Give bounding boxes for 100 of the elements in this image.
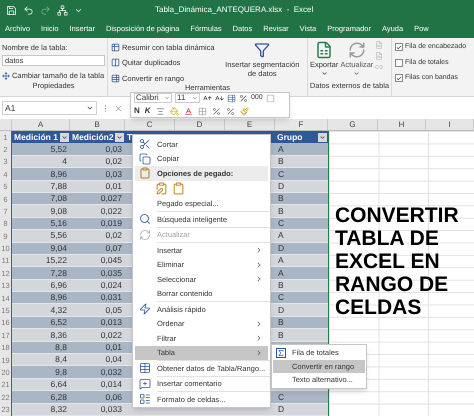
font-dropdown[interactable]: Calibri bbox=[134, 93, 172, 103]
format-painter-icon[interactable] bbox=[240, 106, 249, 116]
paste-values-icon[interactable] bbox=[172, 182, 185, 195]
table-cell: A bbox=[278, 266, 284, 280]
table-cell: 4,32 bbox=[50, 304, 67, 317]
table-cell: 0,024 bbox=[100, 279, 122, 292]
table-cell: 6,52 bbox=[50, 316, 67, 329]
table-cell: 0,05 bbox=[105, 304, 122, 317]
copy-icon bbox=[139, 152, 151, 165]
table-cell: 9,8 bbox=[55, 366, 67, 378]
bold-button[interactable]: N bbox=[134, 105, 140, 118]
table-cell: D bbox=[278, 242, 284, 255]
table-cell: C bbox=[278, 291, 284, 304]
table-cell: 15,22 bbox=[46, 254, 67, 267]
table-cell: D bbox=[278, 180, 284, 193]
table-cell: 0,032 bbox=[100, 366, 122, 378]
table-cell: 0,03 bbox=[105, 168, 122, 180]
column-header[interactable]: H bbox=[378, 119, 426, 130]
table-cell: B bbox=[278, 279, 284, 292]
table-cell: 7,28 bbox=[50, 266, 67, 280]
table-cell: 8,4 bbox=[55, 353, 67, 366]
table-cell: 7,88 bbox=[50, 180, 67, 193]
column-header[interactable]: B bbox=[70, 119, 125, 130]
table-cell: B bbox=[278, 192, 284, 206]
sigma-icon bbox=[276, 348, 286, 358]
caret-icon bbox=[319, 134, 326, 141]
save-icon[interactable] bbox=[6, 4, 17, 16]
caption-line: CONVERTIR bbox=[335, 204, 459, 227]
table-cell: C bbox=[278, 217, 284, 230]
caption-line: RANGO DE bbox=[335, 273, 450, 296]
font-color-icon[interactable] bbox=[184, 106, 193, 116]
resize-icon bbox=[2, 72, 10, 80]
undo-icon[interactable] bbox=[23, 4, 34, 16]
table-cell: 7,08 bbox=[50, 192, 67, 206]
caret-icon bbox=[320, 70, 328, 78]
table-cell: 0,06 bbox=[105, 390, 122, 404]
table-cell: 8,36 bbox=[50, 328, 67, 342]
column-header[interactable]: F bbox=[275, 119, 328, 130]
window-title: Tabla_Dinámica_ANTEQUERA.xlsx - Excel bbox=[155, 4, 314, 16]
table-cell: 0,02 bbox=[105, 229, 122, 242]
caption-line: TABLA DE bbox=[335, 227, 440, 250]
table-cell: 0,01 bbox=[105, 340, 122, 354]
caption-line: CELDAS bbox=[335, 296, 422, 319]
column-header[interactable]: E bbox=[225, 119, 275, 130]
checkbox[interactable] bbox=[395, 43, 403, 52]
table-cell: 0,019 bbox=[100, 217, 122, 230]
spreadsheet-icon bbox=[315, 41, 334, 59]
paste-icon[interactable] bbox=[155, 182, 168, 195]
list-icon bbox=[139, 393, 151, 406]
comment-icon bbox=[139, 378, 151, 390]
caret-icon bbox=[116, 134, 123, 141]
table-cell: 8,96 bbox=[50, 168, 67, 180]
fill-color-icon[interactable] bbox=[170, 106, 179, 116]
percent-icon[interactable] bbox=[239, 94, 248, 102]
table-cell: 8,32 bbox=[50, 402, 67, 416]
table-icon bbox=[111, 74, 120, 83]
column-header[interactable]: I bbox=[426, 119, 474, 130]
caret-icon bbox=[61, 134, 68, 141]
font-size-dropdown[interactable]: 11 bbox=[175, 93, 200, 103]
table-cell: A bbox=[278, 142, 284, 156]
table-cell: 8,8 bbox=[55, 340, 67, 354]
scissors-icon bbox=[139, 138, 151, 150]
align-center-icon[interactable] bbox=[156, 106, 165, 116]
filter-icon bbox=[254, 42, 270, 58]
table-cell: 0,022 bbox=[100, 204, 122, 218]
table-cell: 0,04 bbox=[105, 353, 122, 366]
columns-icon bbox=[111, 58, 120, 68]
table-cell: A bbox=[278, 229, 284, 242]
shrink-font-icon[interactable] bbox=[215, 94, 224, 102]
table-cell: D bbox=[278, 402, 284, 416]
table-cell: 5,56 bbox=[50, 229, 67, 242]
caret-icon bbox=[164, 95, 170, 101]
network-icon[interactable] bbox=[57, 4, 68, 16]
caret-icon bbox=[192, 95, 198, 101]
refresh-icon bbox=[139, 228, 151, 241]
table-cell: 0,07 bbox=[105, 242, 122, 255]
table-cell: 6,28 bbox=[50, 390, 67, 404]
checkbox[interactable] bbox=[395, 74, 403, 82]
table-cell: C bbox=[278, 168, 284, 180]
table-cell: 4 bbox=[62, 155, 67, 168]
table-cell: B bbox=[278, 316, 284, 329]
grow-font-icon[interactable] bbox=[203, 94, 212, 102]
filter-dropdown-button[interactable] bbox=[318, 132, 327, 142]
column-header[interactable]: G bbox=[328, 119, 378, 130]
column-header[interactable]: C bbox=[125, 119, 175, 130]
checkbox[interactable] bbox=[395, 58, 403, 67]
table-cell: 8,96 bbox=[50, 291, 67, 304]
italic-button[interactable]: K bbox=[144, 105, 151, 118]
table-cell: 0,033 bbox=[100, 402, 122, 416]
table-style-icon[interactable] bbox=[227, 94, 236, 102]
filter-dropdown-button[interactable] bbox=[115, 132, 124, 142]
borders-icon[interactable] bbox=[198, 106, 207, 116]
column-header[interactable]: D bbox=[175, 119, 225, 130]
name-box[interactable]: A1 bbox=[2, 101, 97, 115]
filter-dropdown-button[interactable] bbox=[60, 132, 69, 142]
cancel-icon[interactable] bbox=[114, 104, 123, 112]
column-header[interactable]: A bbox=[12, 119, 70, 130]
pivot-table-icon bbox=[111, 43, 120, 52]
table-cell: 0,022 bbox=[100, 328, 122, 342]
refresh-icon bbox=[348, 41, 366, 59]
